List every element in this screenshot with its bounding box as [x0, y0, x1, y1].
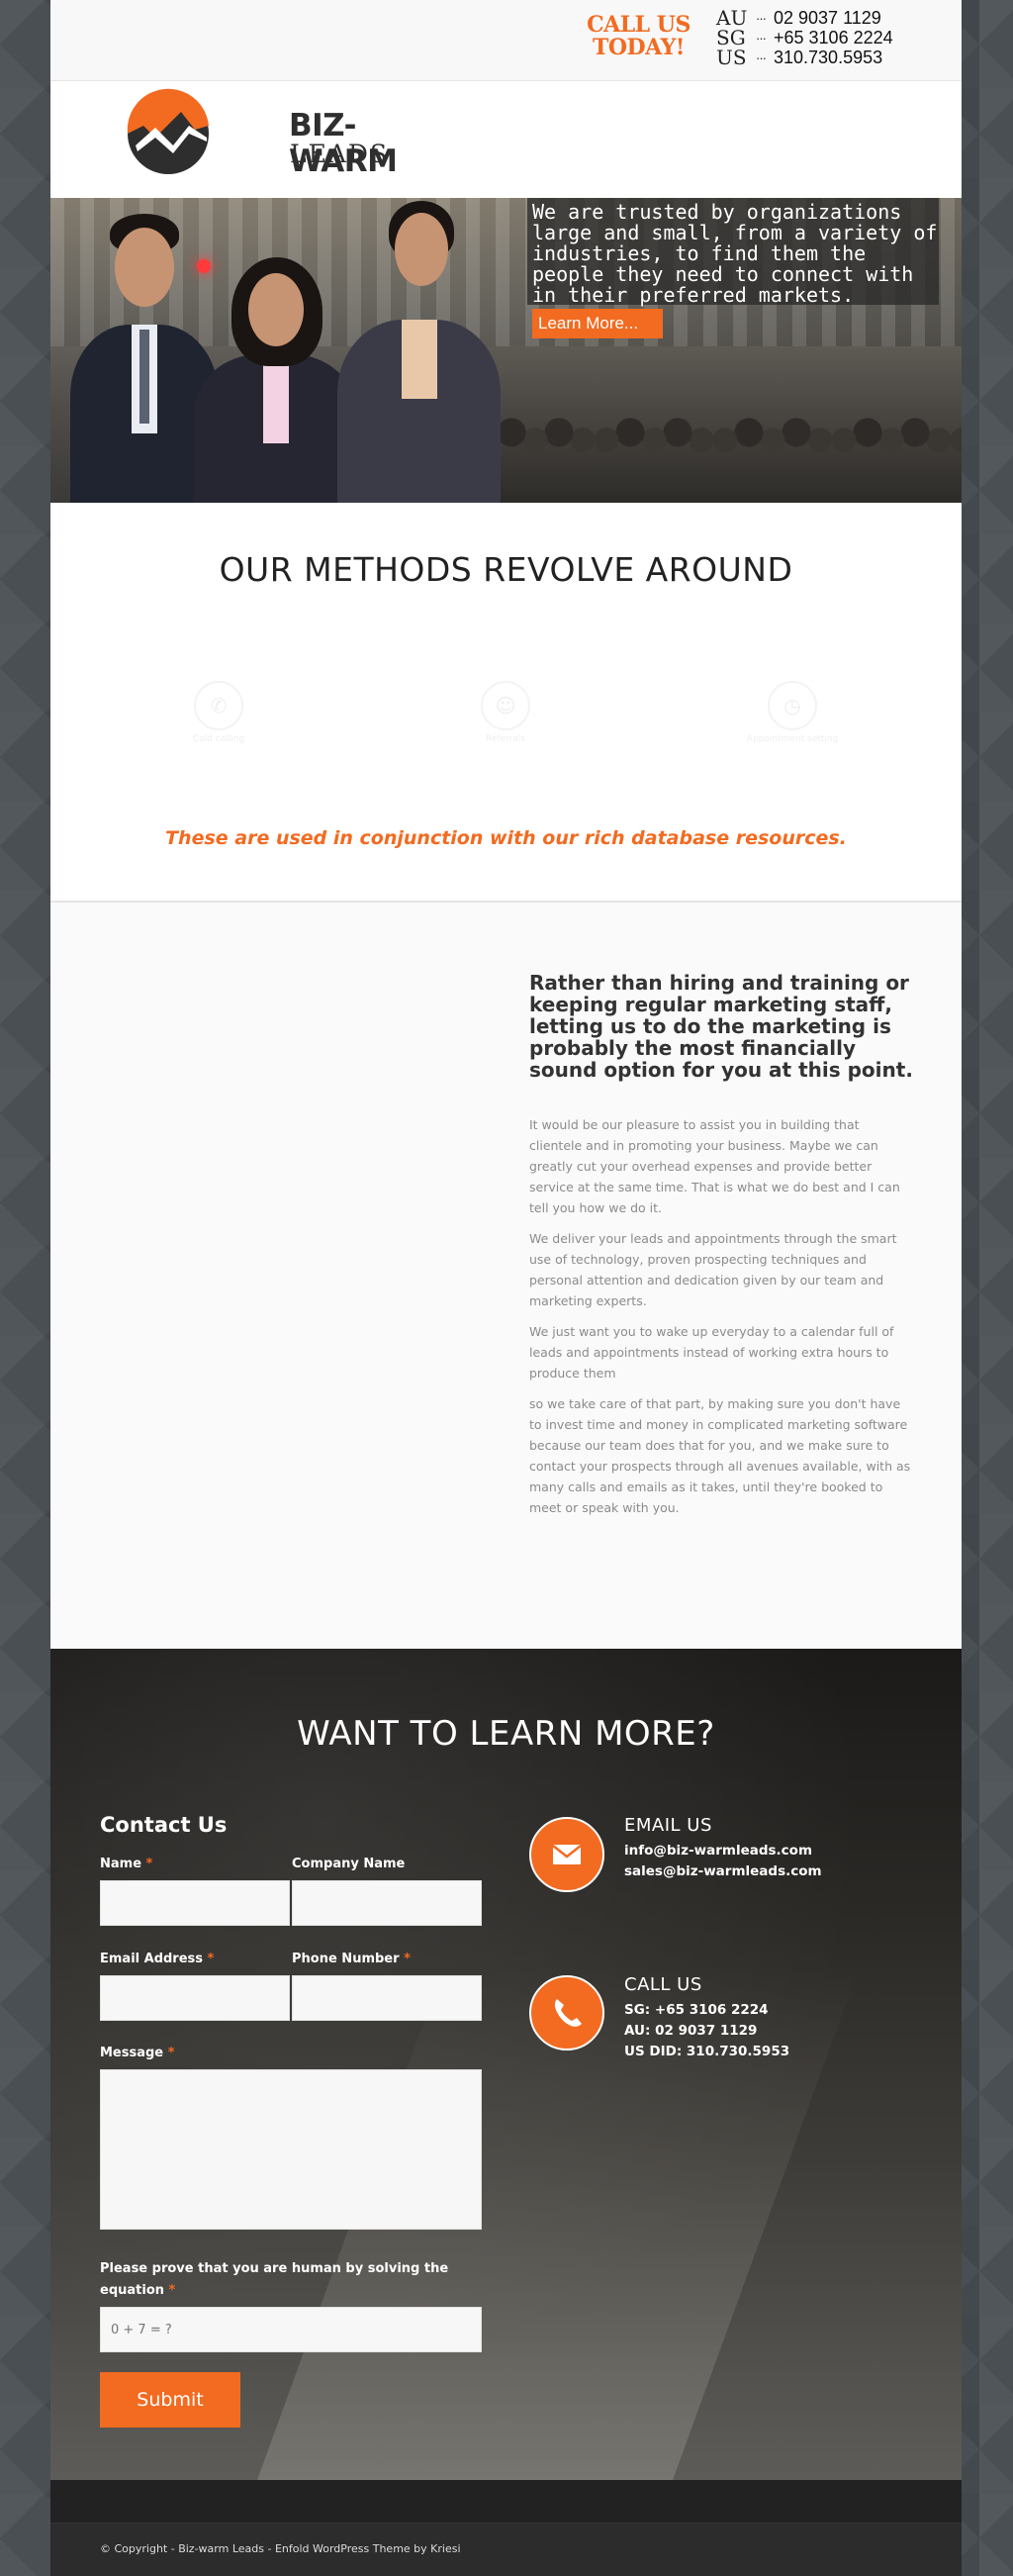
traffic-light-icon: [197, 259, 211, 273]
logo[interactable]: BIZ-WARM LEADS: [116, 86, 398, 180]
learn-more-button[interactable]: Learn More...: [532, 309, 663, 338]
methods-section: OUR METHODS REVOLVE AROUND ✆ Cold callin…: [50, 503, 962, 903]
call-line[interactable]: US DID: 310.730.5953: [624, 2044, 789, 2059]
methods-title: OUR METHODS REVOLVE AROUND: [219, 550, 793, 589]
content-heading: Rather than hiring and training or keepi…: [529, 971, 913, 1082]
footer-band: [50, 2480, 962, 2524]
hero-person-woman-center: [194, 255, 357, 503]
captcha-label: Please prove that you are human by solvi…: [100, 2261, 449, 2298]
phone-label: Phone Number *: [292, 1952, 411, 1966]
clock-icon: ◷: [768, 681, 817, 730]
site-header: BIZ-WARM LEADS: [50, 81, 962, 198]
email-input[interactable]: [100, 1975, 290, 2021]
call-us-label: CALL US TODAY!: [587, 12, 691, 60]
paragraph: We just want you to wake up everyday to …: [529, 1324, 894, 1381]
top-bar: CALL US TODAY! AU ··· 02 9037 1129 SG ··…: [50, 0, 962, 81]
content-paragraphs: It would be our pleasure to assist you i…: [529, 1114, 915, 1528]
phone-input[interactable]: [292, 1975, 482, 2021]
hero-banner: We are trusted by organizations large an…: [50, 198, 962, 503]
call-line[interactable]: SG: +65 3106 2224: [624, 2002, 769, 2018]
email-label: Email Address *: [100, 1952, 215, 1966]
logo-mark-icon: [127, 88, 209, 174]
dots-icon: ···: [756, 10, 767, 26]
phone-list: AU ··· 02 9037 1129 SG ··· +65 3106 2224…: [716, 6, 893, 69]
email-title: EMAIL US: [624, 1815, 712, 1836]
method-referrals: ☺ Referrals: [441, 681, 570, 744]
site-footer: © Copyright - Biz-warm Leads - Enfold Wo…: [50, 2524, 962, 2576]
name-label: Name *: [100, 1857, 153, 1871]
people-icon: ☺: [481, 681, 530, 730]
logo-sub: LEADS: [290, 140, 390, 168]
content-section: Rather than hiring and training or keepi…: [50, 903, 962, 1649]
learn-more-section: WANT TO LEARN MORE? Contact Us Name * Co…: [50, 1649, 962, 2480]
message-label: Message *: [100, 2046, 175, 2060]
company-input[interactable]: [292, 1880, 482, 1926]
contact-form-title: Contact Us: [100, 1813, 228, 1837]
learn-more-title: WANT TO LEARN MORE?: [297, 1714, 715, 1754]
message-textarea[interactable]: [100, 2069, 482, 2230]
page-container: CALL US TODAY! AU ··· 02 9037 1129 SG ··…: [50, 0, 962, 2576]
hero-crowd-image: [476, 346, 962, 503]
call-line[interactable]: AU: 02 9037 1129: [624, 2023, 757, 2039]
captcha-input[interactable]: [100, 2307, 482, 2352]
phone-icon: [529, 1975, 604, 2051]
paragraph: so we take care of that part, by making …: [529, 1396, 911, 1515]
dots-icon: ···: [756, 30, 767, 46]
email-line[interactable]: info@biz-warmleads.com: [624, 1843, 812, 1859]
paragraph: We deliver your leads and appointments t…: [529, 1231, 897, 1308]
email-line[interactable]: sales@biz-warmleads.com: [624, 1863, 822, 1879]
hero-tagline: We are trusted by organizations large an…: [532, 200, 938, 307]
phone-icon: ✆: [194, 681, 243, 730]
email-icon: [529, 1817, 604, 1892]
submit-button[interactable]: Submit: [100, 2372, 240, 2428]
method-appointment-setting: ◷ Appointment setting: [728, 681, 857, 744]
name-input[interactable]: [100, 1880, 290, 1926]
phone-row-us[interactable]: US ··· 310.730.5953: [716, 46, 893, 69]
methods-note: These are used in conjunction with our r…: [165, 827, 847, 849]
copyright-text: © Copyright - Biz-warm Leads - Enfold Wo…: [100, 2542, 461, 2555]
call-title: CALL US: [624, 1974, 702, 1995]
paragraph: It would be our pleasure to assist you i…: [529, 1117, 900, 1215]
method-cold-calling: ✆ Cold calling: [154, 681, 283, 744]
hero-person-woman-right: [337, 201, 501, 503]
phone-row-au[interactable]: AU ··· 02 9037 1129: [716, 6, 893, 30]
phone-row-sg[interactable]: SG ··· +65 3106 2224: [716, 26, 893, 49]
company-label: Company Name: [292, 1857, 406, 1871]
dots-icon: ···: [756, 49, 767, 65]
